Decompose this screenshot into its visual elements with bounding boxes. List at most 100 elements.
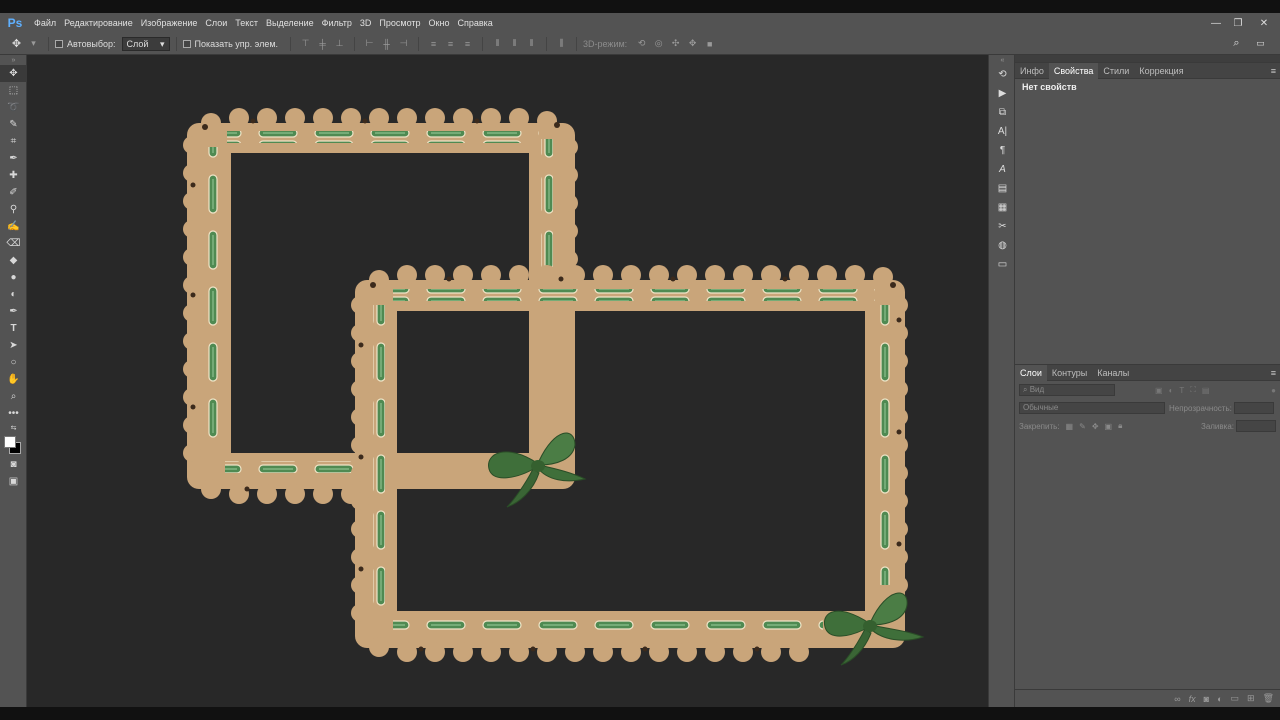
tab-adjustments[interactable]: Коррекция xyxy=(1134,63,1188,79)
filter-adjustment-icon[interactable]: ◐ xyxy=(1169,386,1174,395)
adjustment-layer-icon[interactable]: ◐ xyxy=(1217,694,1222,704)
minimize-button[interactable]: — xyxy=(1206,13,1226,33)
link-layers-icon[interactable]: ∞ xyxy=(1174,694,1180,704)
close-button[interactable]: ✕ xyxy=(1254,13,1274,33)
menu-file[interactable]: Файл xyxy=(30,13,60,33)
menu-window[interactable]: Окно xyxy=(425,13,454,33)
menu-select[interactable]: Выделение xyxy=(262,13,318,33)
history-icon[interactable]: ⟲ xyxy=(989,65,1016,84)
align-hcenter-icon[interactable]: ╫ xyxy=(380,38,393,50)
paragraph-icon[interactable]: ¶ xyxy=(989,141,1016,160)
distribute-bottom-icon[interactable]: ≡ xyxy=(461,38,474,50)
align-bottom-icon[interactable]: ⊥ xyxy=(333,38,346,50)
screen-mode-icon[interactable]: ▣ xyxy=(0,473,27,490)
lock-all-icon[interactable]: 🔒︎ xyxy=(1118,421,1122,431)
opacity-input[interactable] xyxy=(1233,402,1274,414)
move-tool-icon[interactable]: ✥ xyxy=(0,65,27,82)
drag-3d-icon[interactable]: ✣ xyxy=(669,38,682,50)
layer-comps-icon[interactable]: ▭ xyxy=(989,255,1016,274)
properties-icon[interactable]: ▤ xyxy=(989,179,1016,198)
tab-paths[interactable]: Контуры xyxy=(1047,365,1092,381)
tab-layers[interactable]: Слои xyxy=(1015,364,1047,381)
orbit-3d-icon[interactable]: ⟲ xyxy=(635,38,648,50)
menu-edit[interactable]: Редактирование xyxy=(60,13,137,33)
distribute-vcenter-icon[interactable]: ≡ xyxy=(444,38,457,50)
marquee-tool-icon[interactable]: ⬚ xyxy=(0,82,27,99)
filter-smart-icon[interactable]: ▤ xyxy=(1202,386,1210,395)
hand-tool-icon[interactable]: ✋ xyxy=(0,371,27,388)
path-select-tool-icon[interactable]: ➤ xyxy=(0,337,27,354)
tab-styles[interactable]: Стили xyxy=(1098,63,1134,79)
collapse-icon[interactable]: « xyxy=(989,55,1016,65)
zoom-tool-icon[interactable]: ⌕ xyxy=(0,388,27,405)
menu-view[interactable]: Просмотр xyxy=(375,13,424,33)
align-top-icon[interactable]: ⊤ xyxy=(299,38,312,50)
tool-preset-chevron-icon[interactable]: ▾ xyxy=(27,38,40,50)
workspace-icon[interactable]: ▭ xyxy=(1254,38,1267,50)
move-tool-icon[interactable]: ✥ xyxy=(10,38,23,50)
crop-tool-icon[interactable]: ⌗ xyxy=(0,133,27,150)
align-right-icon[interactable]: ⊣ xyxy=(397,38,410,50)
restore-button[interactable]: ❐ xyxy=(1228,13,1248,33)
pen-tool-icon[interactable]: ✒ xyxy=(0,303,27,320)
filter-shape-icon[interactable]: ⛶ xyxy=(1190,385,1196,395)
distribute-right-icon[interactable]: ⦀ xyxy=(525,38,538,50)
filter-type-icon[interactable]: T xyxy=(1179,386,1184,395)
stamp-tool-icon[interactable]: ⚲ xyxy=(0,201,27,218)
roll-3d-icon[interactable]: ◎ xyxy=(652,38,665,50)
collapse-icon[interactable]: » xyxy=(0,55,27,65)
actions-play-icon[interactable]: ▶ xyxy=(989,84,1016,103)
brush-tool-icon[interactable]: ✐ xyxy=(0,184,27,201)
panel-menu-icon[interactable]: ≡ xyxy=(1271,368,1276,378)
new-layer-icon[interactable]: ⊞ xyxy=(1247,693,1255,704)
tab-info[interactable]: Инфо xyxy=(1015,63,1049,79)
swap-colors-icon[interactable]: ⇆ xyxy=(0,422,27,434)
tab-properties[interactable]: Свойства xyxy=(1048,62,1099,79)
lasso-tool-icon[interactable]: ➰ xyxy=(0,99,27,116)
new-group-icon[interactable]: ▭ xyxy=(1231,693,1240,704)
distribute-hcenter-icon[interactable]: ⦀ xyxy=(508,38,521,50)
menu-help[interactable]: Справка xyxy=(453,13,496,33)
filter-pixel-icon[interactable]: ▣ xyxy=(1155,386,1163,395)
layer-filter-input[interactable]: ⌕ Вид xyxy=(1019,384,1115,396)
fx-icon[interactable]: fx xyxy=(1189,694,1196,704)
menu-text[interactable]: Текст xyxy=(231,13,262,33)
menu-layers[interactable]: Слои xyxy=(201,13,231,33)
quick-mask-icon[interactable]: ◙ xyxy=(0,456,27,473)
document-canvas[interactable] xyxy=(27,55,988,707)
scale-3d-icon[interactable]: ■ xyxy=(703,38,716,50)
more-tools-icon[interactable]: ••• xyxy=(0,405,27,422)
bucket-tool-icon[interactable]: ◆ xyxy=(0,252,27,269)
autoselect-dropdown[interactable]: Слой ▾ xyxy=(121,36,170,51)
type-tool-icon[interactable]: T xyxy=(0,320,27,337)
slide-3d-icon[interactable]: ✥ xyxy=(686,38,699,50)
show-transform-checkbox[interactable] xyxy=(182,39,191,48)
tool-presets-icon[interactable]: ✂ xyxy=(989,217,1016,236)
menu-image[interactable]: Изображение xyxy=(137,13,202,33)
fill-input[interactable] xyxy=(1236,420,1276,432)
lock-transparent-icon[interactable]: ▦ xyxy=(1066,422,1074,431)
foreground-color-swatch[interactable] xyxy=(4,436,16,448)
menu-3d[interactable]: 3D xyxy=(356,13,376,33)
distribute-left-icon[interactable]: ⦀ xyxy=(491,38,504,50)
search-icon[interactable]: ⌕ xyxy=(1230,37,1243,50)
blend-mode-dropdown[interactable]: Обычные xyxy=(1019,402,1165,414)
eyedropper-tool-icon[interactable]: ✒ xyxy=(0,150,27,167)
history-brush-tool-icon[interactable]: ✍ xyxy=(0,218,27,235)
distribute-top-icon[interactable]: ≡ xyxy=(427,38,440,50)
notes-icon[interactable]: ▦ xyxy=(989,198,1016,217)
dodge-tool-icon[interactable]: ◐ xyxy=(0,286,27,303)
lock-pixels-icon[interactable]: ✎ xyxy=(1079,422,1086,431)
ellipse-tool-icon[interactable]: ○ xyxy=(0,354,27,371)
add-mask-icon[interactable]: ◙ xyxy=(1204,694,1209,704)
eraser-tool-icon[interactable]: ⌫ xyxy=(0,235,27,252)
blur-tool-icon[interactable]: ● xyxy=(0,269,27,286)
align-vcenter-icon[interactable]: ╪ xyxy=(316,38,329,50)
tab-channels[interactable]: Каналы xyxy=(1092,365,1134,381)
lock-position-icon[interactable]: ✥ xyxy=(1092,422,1099,431)
lock-artboard-icon[interactable]: ▣ xyxy=(1105,422,1113,431)
menu-filter[interactable]: Фильтр xyxy=(318,13,356,33)
autoselect-checkbox[interactable] xyxy=(55,39,63,48)
color-swatches[interactable] xyxy=(0,434,27,456)
glyphs-icon[interactable]: A xyxy=(989,160,1016,179)
